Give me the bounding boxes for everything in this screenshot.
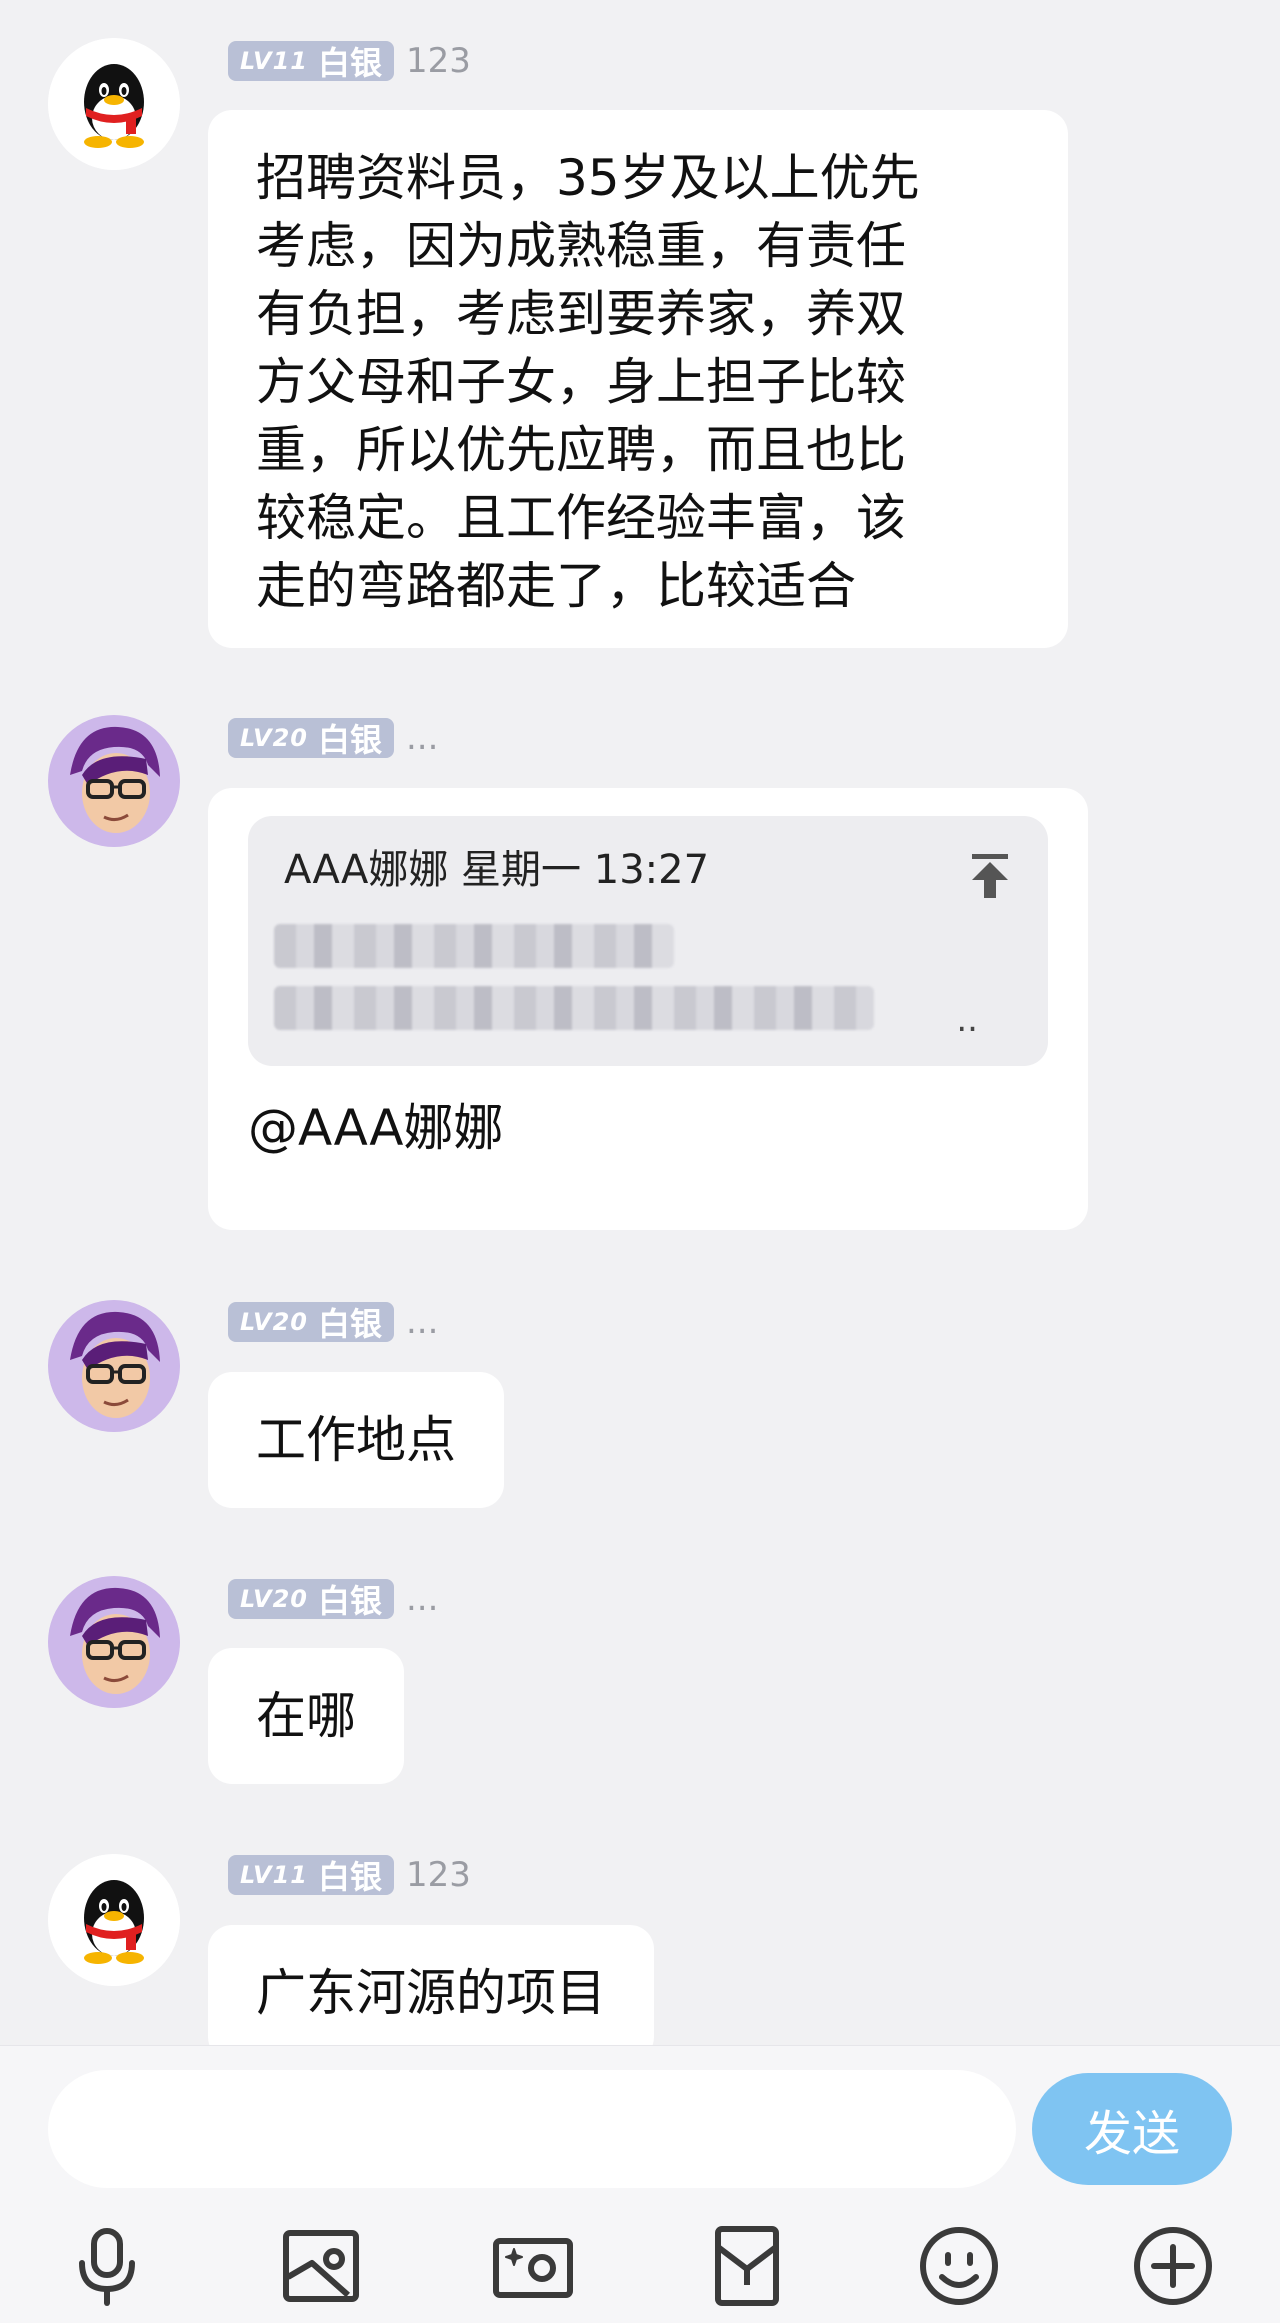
voice-button[interactable] [62, 2221, 152, 2311]
level-badge: LV20 白银 [228, 718, 394, 759]
message-line: 较稳定。且工作经验丰富，该 [256, 489, 906, 547]
sender-nickname[interactable]: ... [406, 1302, 438, 1342]
level-badge: LV20 白银 [228, 1579, 394, 1620]
level-text: LV20 [240, 1308, 308, 1336]
sender-meta: LV11 白银 123 [228, 39, 471, 83]
rank-text: 白银 [317, 1582, 382, 1620]
red-packet-icon [715, 2226, 779, 2306]
cartoon-man-avatar-icon [48, 1300, 180, 1432]
cartoon-man-avatar-icon [48, 1576, 180, 1708]
mention-text[interactable]: @AAA娜娜 [248, 1066, 1048, 1162]
plus-icon [1134, 2227, 1212, 2305]
avatar[interactable] [48, 1854, 180, 1986]
penguin-avatar-icon [48, 1854, 180, 1986]
sender-meta: LV11 白银 123 [228, 1853, 471, 1897]
jump-to-original-icon[interactable] [968, 852, 1012, 900]
input-panel: 发送 [0, 2045, 1280, 2323]
input-toolbar [0, 2211, 1280, 2321]
message-bubble[interactable]: 在哪 [208, 1648, 404, 1784]
level-text: LV20 [240, 1585, 308, 1613]
level-text: LV20 [240, 724, 308, 752]
microphone-icon [79, 2228, 135, 2306]
message-line: 有负担，考虑到要养家，养双 [256, 285, 906, 343]
level-badge: LV11 白银 [228, 1855, 394, 1896]
penguin-avatar-icon [48, 38, 180, 170]
ellipsis-text: .. [956, 1000, 978, 1040]
gallery-icon [283, 2230, 359, 2302]
level-text: LV11 [240, 1861, 308, 1889]
avatar[interactable] [48, 38, 180, 170]
chat-area[interactable]: LV11 白银 123 招聘资料员，35岁及以上优先 考虑，因为成熟稳重，有责任… [0, 0, 1280, 2045]
red-packet-button[interactable] [702, 2221, 792, 2311]
message-line: 考虑，因为成熟稳重，有责任 [256, 217, 906, 275]
emoji-icon [920, 2227, 998, 2305]
sender-meta: LV20 白银 ... [228, 1577, 438, 1621]
message-bubble[interactable]: 广东河源的项目 [208, 1925, 654, 2045]
more-button[interactable] [1128, 2221, 1218, 2311]
message-input[interactable] [48, 2070, 1016, 2188]
message-text: 广东河源的项目 [256, 1964, 606, 2022]
rank-text: 白银 [317, 721, 382, 759]
quoted-author-time: AAA娜娜 星期一 13:27 [284, 847, 710, 893]
sender-meta: LV20 白银 ... [228, 1300, 438, 1344]
message-bubble[interactable]: 招聘资料员，35岁及以上优先 考虑，因为成熟稳重，有责任 有负担，考虑到要养家，… [208, 110, 1068, 648]
sender-nickname[interactable]: 123 [406, 41, 471, 81]
level-text: LV11 [240, 47, 308, 75]
message-line: 重，所以优先应聘，而且也比 [256, 421, 906, 479]
sender-meta: LV20 白银 ... [228, 716, 438, 760]
message-bubble[interactable]: AAA娜娜 星期一 13:27 .. @AAA娜娜 [208, 788, 1088, 1230]
message-line: 招聘资料员，35岁及以上优先 [256, 149, 920, 207]
sender-nickname[interactable]: ... [406, 718, 438, 758]
message-bubble[interactable]: 工作地点 [208, 1372, 504, 1508]
quoted-reply-card[interactable]: AAA娜娜 星期一 13:27 .. [248, 816, 1048, 1066]
blurred-quoted-text [274, 986, 874, 1030]
sender-nickname[interactable]: 123 [406, 1855, 471, 1895]
level-badge: LV11 白银 [228, 41, 394, 82]
rank-text: 白银 [317, 1305, 382, 1343]
cartoon-man-avatar-icon [48, 715, 180, 847]
avatar[interactable] [48, 1300, 180, 1432]
level-badge: LV20 白银 [228, 1302, 394, 1343]
message-line: 方父母和子女，身上担子比较 [256, 353, 906, 411]
avatar[interactable] [48, 715, 180, 847]
avatar[interactable] [48, 1576, 180, 1708]
camera-button[interactable] [488, 2221, 578, 2311]
emoji-button[interactable] [914, 2221, 1004, 2311]
rank-text: 白银 [317, 1858, 382, 1896]
camera-icon [493, 2238, 573, 2298]
sender-nickname[interactable]: ... [406, 1579, 438, 1619]
message-text: 工作地点 [256, 1411, 456, 1469]
message-text: 在哪 [256, 1687, 356, 1745]
rank-text: 白银 [317, 44, 382, 82]
gallery-button[interactable] [276, 2221, 366, 2311]
message-line: 走的弯路都走了，比较适合 [256, 557, 856, 615]
send-button[interactable]: 发送 [1032, 2073, 1232, 2185]
blurred-quoted-text [274, 924, 674, 968]
